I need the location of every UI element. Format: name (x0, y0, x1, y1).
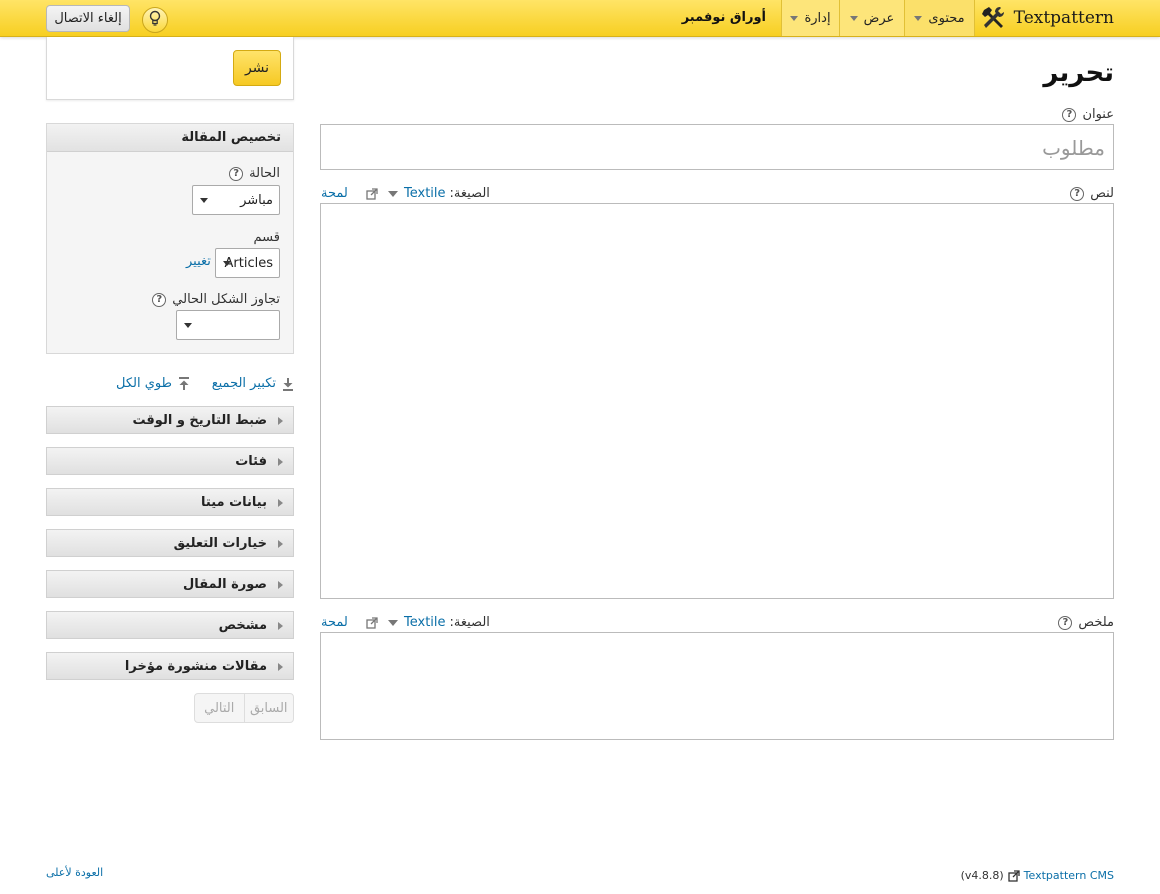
title-label: عنوان ? (1062, 107, 1114, 122)
nav-admin[interactable]: إدارة (781, 0, 839, 36)
help-icon[interactable]: ? (152, 292, 167, 307)
nav-view[interactable]: عرض (839, 0, 904, 36)
body-label-text: لنص (1090, 186, 1114, 201)
collapse-all-icon (178, 376, 190, 391)
chevron-right-icon (278, 417, 283, 425)
lightbulb-icon (148, 10, 162, 30)
section-custom[interactable]: مشخص (46, 611, 294, 639)
section-article-image[interactable]: صورة المقال (46, 570, 294, 598)
chevron-right-icon (278, 499, 283, 507)
help-icon[interactable]: ? (1062, 107, 1077, 122)
title-label-text: عنوان (1082, 107, 1114, 122)
excerpt-label-text: ملخص (1078, 615, 1114, 630)
title-input[interactable]: مطلوب (320, 124, 1114, 170)
collapse-all-link[interactable]: طوي الكل (116, 376, 190, 391)
external-link-icon[interactable] (366, 187, 378, 200)
top-bar: Textpattern محتوى عرض إدارة أوراق نوفمبر… (0, 0, 1160, 37)
section-meta[interactable]: بيانات ميتا (46, 488, 294, 516)
chevron-right-icon (278, 540, 283, 548)
chevron-down-icon[interactable] (388, 190, 398, 197)
chevron-right-icon (278, 458, 283, 466)
page-title: تحرير (1043, 58, 1114, 88)
textpattern-cms-link[interactable]: Textpattern CMS (1024, 869, 1114, 882)
article-pager: السابق التالي (194, 693, 294, 723)
footer-version: (v4.8.8) Textpattern CMS (961, 869, 1114, 882)
external-link-icon (1008, 869, 1020, 882)
excerpt-format-select[interactable]: Textile (404, 615, 446, 630)
section-label: صورة المقال (183, 577, 267, 592)
expand-all-label: تكبير الجميع (211, 376, 276, 391)
body-preview-link[interactable]: لمحة (321, 186, 348, 201)
chevron-right-icon (278, 581, 283, 589)
excerpt-label: ملخص ? (1058, 615, 1114, 630)
chevron-down-icon (790, 15, 799, 21)
section-label: مقالات منشورة مؤخرا (124, 659, 267, 674)
status-select-value: مباشر (240, 192, 273, 208)
next-button[interactable]: التالي (195, 694, 245, 722)
section-recent-articles[interactable]: مقالات منشورة مؤخرا (46, 652, 294, 680)
external-link-icon[interactable] (366, 616, 378, 629)
article-customize-panel: تخصيص المقالة الحالة ? مباشر قسم Article… (46, 123, 294, 354)
section-label: بيانات ميتا (201, 495, 267, 510)
status-select[interactable]: مباشر (192, 185, 280, 215)
brand-name: Textpattern (1013, 8, 1114, 28)
collapse-all-label: طوي الكل (116, 376, 172, 391)
hammer-wrench-logo-icon (980, 4, 1008, 32)
nav-content[interactable]: محتوى (904, 0, 975, 36)
prev-button[interactable]: السابق (245, 694, 294, 722)
override-form-select[interactable] (176, 310, 280, 340)
section-date-time[interactable]: ضبط التاريخ و الوقت (46, 406, 294, 434)
chevron-down-icon (184, 323, 192, 328)
chevron-down-icon[interactable] (388, 619, 398, 626)
expand-collapse-row: تكبير الجميع طوي الكل (46, 376, 294, 394)
status-label-text: الحالة (249, 166, 280, 181)
override-label: تجاوز الشكل الحالي ? (152, 292, 280, 307)
nav-view-label: عرض (863, 10, 895, 26)
section-label: مشخص (218, 618, 267, 633)
expand-all-link[interactable]: تكبير الجميع (212, 376, 294, 391)
help-icon[interactable]: ? (229, 166, 244, 181)
chevron-right-icon (278, 622, 283, 630)
format-label: الصيغة: (449, 186, 490, 201)
chevron-right-icon (278, 663, 283, 671)
version-text: (v4.8.8) (960, 869, 1004, 882)
body-textarea[interactable] (320, 203, 1114, 599)
lightbulb-button[interactable] (142, 7, 168, 33)
publish-button[interactable]: نشر (233, 50, 281, 86)
body-label: لنص ? (1070, 186, 1114, 201)
help-icon[interactable]: ? (1070, 186, 1085, 201)
excerpt-format-row: الصيغة: Textile (366, 615, 490, 630)
nav-content-label: محتوى (928, 10, 965, 26)
status-label: الحالة ? (229, 166, 280, 181)
panel-title[interactable]: تخصيص المقالة (47, 124, 293, 152)
section-categories[interactable]: فئات (46, 447, 294, 475)
section-label: قسم (254, 230, 280, 245)
section-label: ضبط التاريخ و الوقت (132, 413, 267, 428)
change-section-link[interactable]: تغيير (186, 254, 211, 269)
logout-button[interactable]: إلغاء الاتصال (46, 5, 130, 32)
section-comments[interactable]: خيارات التعليق (46, 529, 294, 557)
expand-all-icon (282, 377, 294, 391)
body-format-select[interactable]: Textile (404, 186, 446, 201)
chevron-down-icon (914, 15, 923, 21)
chevron-down-icon (223, 261, 231, 266)
override-label-text: تجاوز الشكل الحالي (172, 292, 280, 307)
help-icon[interactable]: ? (1058, 615, 1073, 630)
chevron-down-icon (200, 198, 208, 203)
section-label: خيارات التعليق (173, 536, 267, 551)
excerpt-textarea[interactable] (320, 632, 1114, 740)
chevron-down-icon (849, 15, 858, 21)
nav-admin-label: إدارة (804, 10, 831, 26)
publish-box: نشر (46, 37, 294, 100)
section-select-value: Articles (224, 255, 273, 271)
brand[interactable]: Textpattern (980, 0, 1114, 36)
format-label: الصيغة: (449, 615, 490, 630)
site-name-link[interactable]: أوراق نوفمبر (682, 0, 766, 36)
section-label-text: قسم (253, 230, 280, 245)
excerpt-preview-link[interactable]: لمحة (321, 615, 348, 630)
section-select[interactable]: Articles (215, 248, 280, 278)
section-label: فئات (235, 454, 267, 469)
body-format-row: الصيغة: Textile (366, 186, 490, 201)
back-to-top-link[interactable]: العودة لأعلى (46, 866, 103, 879)
